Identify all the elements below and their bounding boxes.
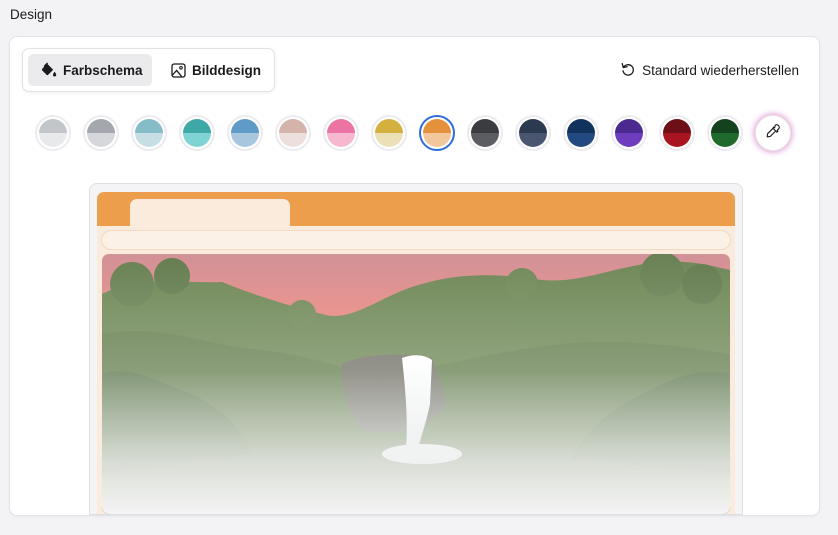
color-swatch-fill <box>567 119 595 147</box>
section-title: Design <box>10 7 53 22</box>
preview-window-body <box>97 226 735 514</box>
image-icon <box>171 62 186 78</box>
color-swatch-fill <box>663 119 691 147</box>
tab-farbschema-label: Farbschema <box>63 62 143 78</box>
paint-bucket-icon <box>41 62 57 78</box>
color-swatch-light-teal[interactable] <box>131 115 167 151</box>
color-swatch-fill <box>135 119 163 147</box>
reset-default-label: Standard wiederherstellen <box>642 63 799 78</box>
preview-address-bar <box>101 230 731 250</box>
color-swatch-fill <box>711 119 739 147</box>
color-swatch-fill <box>375 119 403 147</box>
color-swatch-fill <box>423 119 451 147</box>
color-swatch-fill <box>183 119 211 147</box>
eyedropper-icon <box>765 123 781 144</box>
color-swatch-fill <box>615 119 643 147</box>
preview-tab <box>130 199 290 227</box>
theme-preview <box>89 183 743 515</box>
color-swatch-charcoal[interactable] <box>467 115 503 151</box>
color-swatch-navy[interactable] <box>563 115 599 151</box>
reset-default-button[interactable]: Standard wiederherstellen <box>620 61 799 80</box>
color-swatch-teal[interactable] <box>179 115 215 151</box>
color-swatch-fill <box>279 119 307 147</box>
tab-bilddesign[interactable]: Bilddesign <box>161 54 271 86</box>
color-swatch-crimson[interactable] <box>659 115 695 151</box>
undo-icon <box>620 61 636 80</box>
color-swatch-gray-light[interactable] <box>35 115 71 151</box>
custom-color-picker-button[interactable] <box>755 115 791 151</box>
design-mode-toggle: Farbschema Bilddesign <box>22 48 275 92</box>
color-swatch-steel-blue[interactable] <box>227 115 263 151</box>
color-swatch-gray[interactable] <box>83 115 119 151</box>
tab-bilddesign-label: Bilddesign <box>192 62 262 78</box>
color-swatch-gold[interactable] <box>371 115 407 151</box>
color-swatch-fill <box>87 119 115 147</box>
color-swatch-fill <box>519 119 547 147</box>
color-swatch-dusty-rose[interactable] <box>275 115 311 151</box>
color-swatch-pink[interactable] <box>323 115 359 151</box>
preview-background-image <box>102 254 730 514</box>
color-swatch-slate[interactable] <box>515 115 551 151</box>
color-swatch-orange[interactable] <box>419 115 455 151</box>
color-swatch-fill <box>327 119 355 147</box>
tab-farbschema[interactable]: Farbschema <box>28 54 152 86</box>
color-swatch-forest-green[interactable] <box>707 115 743 151</box>
color-swatch-fill <box>39 119 67 147</box>
color-swatch-purple[interactable] <box>611 115 647 151</box>
color-swatch-fill <box>471 119 499 147</box>
color-swatch-fill <box>231 119 259 147</box>
design-card: Farbschema Bilddesign Standard wiederher… <box>9 36 820 516</box>
